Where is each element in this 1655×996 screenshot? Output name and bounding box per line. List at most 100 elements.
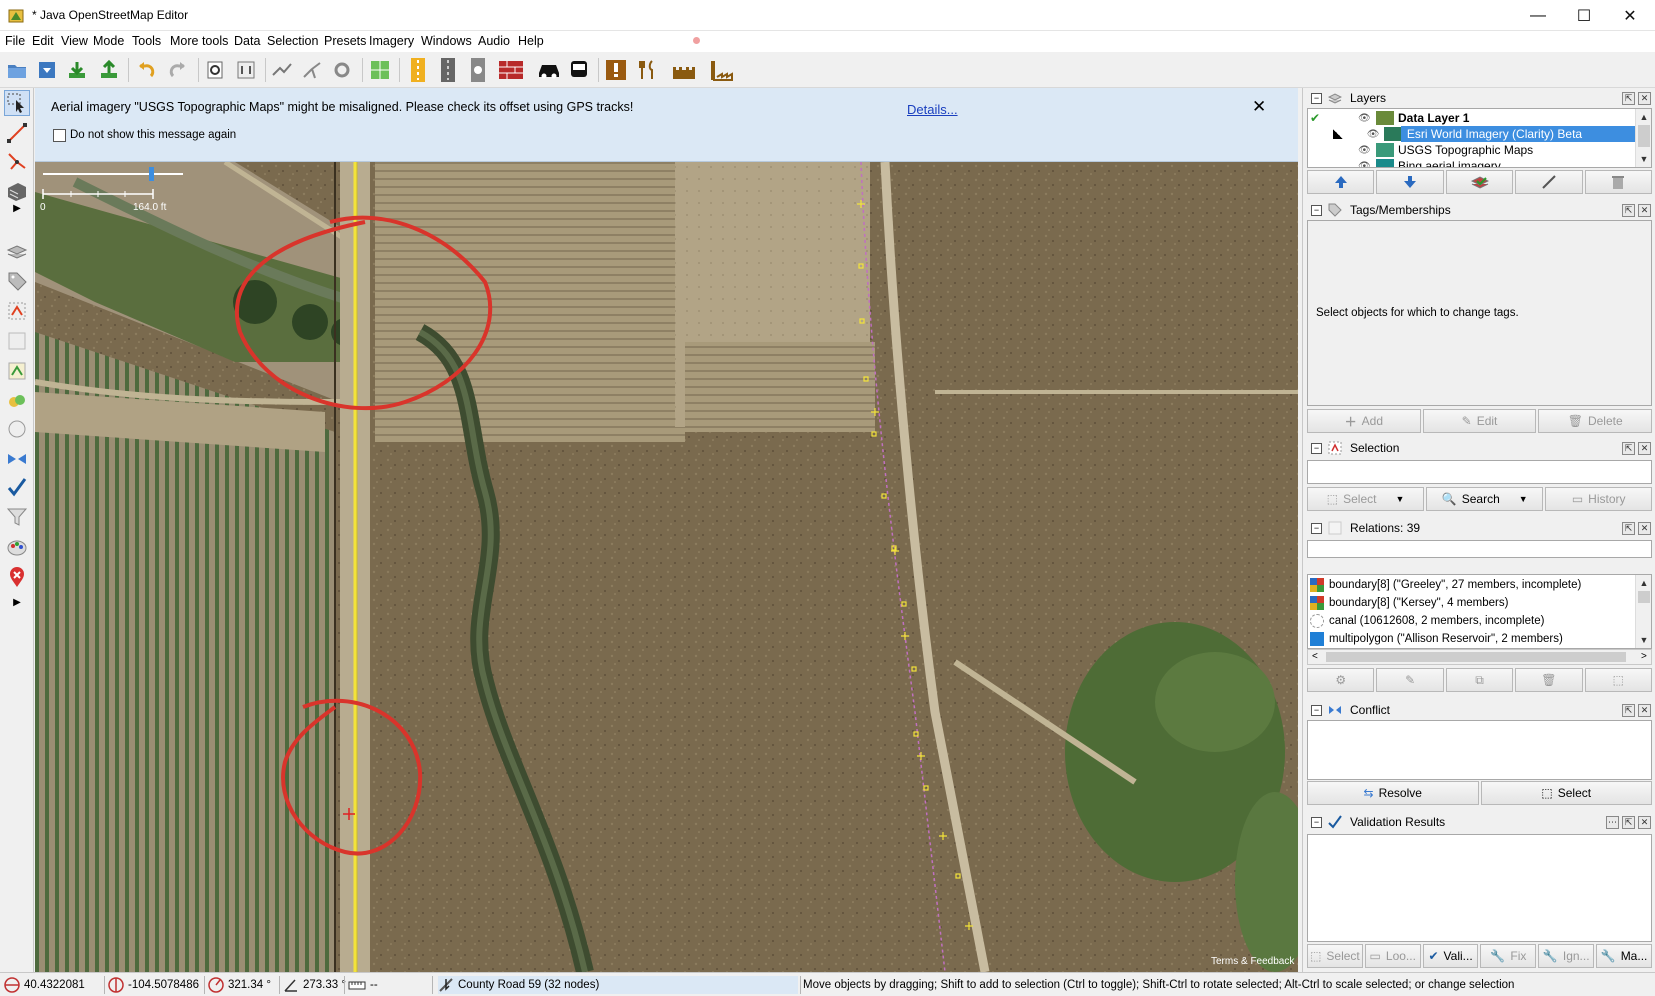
search-button[interactable]: 🔍 Search ▼ bbox=[1426, 487, 1544, 511]
detach-icon[interactable]: ⇱ bbox=[1622, 704, 1635, 717]
settings-icon[interactable]: ⋯ bbox=[1606, 816, 1619, 829]
collapse-icon[interactable]: − bbox=[1311, 522, 1322, 534]
relation-row[interactable]: multipolygon ("Allison Reservoir", 2 mem… bbox=[1310, 630, 1635, 647]
layer-row[interactable]: 👁 Esri World Imagery (Clarity) Beta bbox=[1308, 126, 1636, 142]
scroll-down-icon[interactable]: ▼ bbox=[1636, 151, 1651, 167]
map-paint-icon[interactable] bbox=[4, 534, 30, 560]
select-members-button[interactable]: ⬚ bbox=[1584, 668, 1653, 692]
resolve-button[interactable]: ⇆ Resolve bbox=[1307, 781, 1479, 805]
history-button[interactable]: ▭ History bbox=[1545, 487, 1652, 511]
menu-more-tools[interactable]: More tools bbox=[170, 34, 228, 48]
download-icon[interactable] bbox=[63, 56, 91, 84]
minimize-button[interactable]: — bbox=[1515, 0, 1561, 31]
map-view[interactable]: 0 164.0 ft Terms & Feedback bbox=[35, 162, 1298, 972]
scroll-down-icon[interactable]: ▼ bbox=[1636, 632, 1651, 648]
menu-edit[interactable]: Edit bbox=[32, 34, 54, 48]
delete-relation-button[interactable]: 🗑 bbox=[1515, 668, 1583, 692]
filter-toggle-icon[interactable] bbox=[4, 504, 30, 530]
save-icon[interactable] bbox=[33, 56, 61, 84]
barrier-preset-icon[interactable] bbox=[497, 56, 525, 84]
menu-presets[interactable]: Presets bbox=[324, 34, 366, 48]
menu-data[interactable]: Data bbox=[234, 34, 260, 48]
undo-icon[interactable] bbox=[132, 56, 160, 84]
bus-preset-icon[interactable] bbox=[565, 56, 593, 84]
layer-row[interactable]: ✔ 👁 Data Layer 1 bbox=[1308, 110, 1636, 126]
activate-layer-button[interactable] bbox=[1445, 170, 1514, 194]
relations-scrollbar[interactable]: ▲ ▼ bbox=[1635, 575, 1651, 648]
relations-filter-input[interactable] bbox=[1307, 540, 1652, 558]
menu-mode[interactable]: Mode bbox=[93, 34, 124, 48]
new-relation-button[interactable]: ⚙ bbox=[1307, 668, 1375, 692]
highway-preset-icon[interactable] bbox=[404, 56, 432, 84]
relations-hscrollbar[interactable]: < > bbox=[1307, 649, 1652, 665]
validate-button[interactable]: ✔ Vali... bbox=[1422, 944, 1479, 968]
close-icon[interactable]: ✕ bbox=[1638, 816, 1651, 829]
improve-way-icon[interactable] bbox=[4, 148, 30, 174]
open-file-icon[interactable] bbox=[3, 56, 31, 84]
zoom-to-data-icon[interactable] bbox=[202, 56, 230, 84]
detach-icon[interactable]: ⇱ bbox=[1622, 92, 1635, 105]
menu-audio[interactable]: Audio bbox=[478, 34, 510, 48]
attribution-link[interactable]: Terms & Feedback bbox=[1211, 956, 1294, 967]
close-icon[interactable]: ✕ bbox=[1638, 92, 1651, 105]
duplicate-relation-button[interactable]: ⧉ bbox=[1445, 668, 1514, 692]
scroll-up-icon[interactable]: ▲ bbox=[1636, 575, 1651, 591]
detach-icon[interactable]: ⇱ bbox=[1622, 522, 1635, 535]
move-up-button[interactable] bbox=[1307, 170, 1375, 194]
layers-toggle-icon[interactable] bbox=[4, 238, 30, 264]
validation-toggle-icon[interactable] bbox=[4, 474, 30, 500]
detach-icon[interactable]: ⇱ bbox=[1622, 816, 1635, 829]
menu-imagery[interactable]: Imagery bbox=[369, 34, 414, 48]
relation-row[interactable]: boundary[8] ("Kersey", 4 members) bbox=[1310, 594, 1635, 611]
industrial-preset-icon[interactable] bbox=[708, 56, 736, 84]
expand-modes-icon[interactable]: ▶ bbox=[4, 200, 30, 216]
scroll-left-icon[interactable]: < bbox=[1312, 651, 1318, 662]
minimap-toggle-icon[interactable] bbox=[4, 416, 30, 442]
menu-tools[interactable]: Tools bbox=[132, 34, 161, 48]
expand-dialogs-icon[interactable]: ▶ bbox=[4, 594, 30, 610]
redo-icon[interactable] bbox=[164, 56, 192, 84]
conflict-select-button[interactable]: ⬚ Select bbox=[1480, 781, 1652, 805]
upload-icon[interactable] bbox=[95, 56, 123, 84]
validation-select-button[interactable]: ⬚ Select bbox=[1307, 944, 1363, 968]
track-preset-icon[interactable] bbox=[434, 56, 462, 84]
menu-file[interactable]: File bbox=[5, 34, 25, 48]
relation-row[interactable]: canal (10612608, 2 members, incomplete) bbox=[1310, 612, 1635, 629]
ignore-button[interactable]: 🔧 Ign... bbox=[1538, 944, 1595, 968]
visibility-eye-icon[interactable]: 👁 bbox=[1367, 129, 1384, 140]
castle-preset-icon[interactable] bbox=[670, 56, 698, 84]
close-icon[interactable]: ✕ bbox=[1638, 704, 1651, 717]
maximize-button[interactable]: ☐ bbox=[1561, 0, 1607, 31]
show-hide-button[interactable] bbox=[1515, 170, 1583, 194]
railway-preset-icon[interactable] bbox=[464, 56, 492, 84]
chevron-down-icon[interactable]: ▼ bbox=[1519, 494, 1528, 504]
detach-icon[interactable]: ⇱ bbox=[1622, 204, 1635, 217]
visibility-eye-icon[interactable]: 👁 bbox=[1358, 145, 1376, 156]
menu-selection[interactable]: Selection bbox=[267, 34, 318, 48]
car-preset-icon[interactable] bbox=[535, 56, 563, 84]
fix-button[interactable]: 🔧 Fix bbox=[1480, 944, 1537, 968]
scroll-up-icon[interactable]: ▲ bbox=[1636, 109, 1651, 125]
layer-row[interactable]: 👁 Bing aerial imagery bbox=[1308, 158, 1636, 168]
conflict-toggle-icon[interactable] bbox=[4, 446, 30, 472]
dont-show-checkbox[interactable] bbox=[53, 129, 66, 142]
edit-tag-button[interactable]: ✎ Edit bbox=[1422, 409, 1537, 433]
scroll-right-icon[interactable]: > bbox=[1641, 651, 1647, 662]
hazard-preset-icon[interactable] bbox=[602, 56, 630, 84]
preferences-icon[interactable] bbox=[232, 56, 260, 84]
chevron-down-icon[interactable]: ▼ bbox=[1395, 494, 1404, 504]
menu-view[interactable]: View bbox=[61, 34, 88, 48]
visibility-eye-icon[interactable]: 👁 bbox=[1358, 161, 1376, 168]
select-button[interactable]: ⬚ Select ▼ bbox=[1307, 487, 1425, 511]
close-icon[interactable]: ✕ bbox=[1638, 204, 1651, 217]
close-icon[interactable]: ✕ bbox=[1638, 442, 1651, 455]
select-mode-icon[interactable] bbox=[4, 90, 30, 116]
collapse-icon[interactable]: − bbox=[1311, 816, 1322, 828]
move-down-button[interactable] bbox=[1376, 170, 1444, 194]
combine-way-icon[interactable] bbox=[298, 56, 326, 84]
manage-ignored-button[interactable]: 🔧 Ma... bbox=[1596, 944, 1652, 968]
collapse-icon[interactable]: − bbox=[1311, 442, 1322, 454]
delete-layer-button[interactable] bbox=[1584, 170, 1653, 194]
split-way-icon[interactable] bbox=[268, 56, 296, 84]
reverse-way-icon[interactable] bbox=[328, 56, 356, 84]
